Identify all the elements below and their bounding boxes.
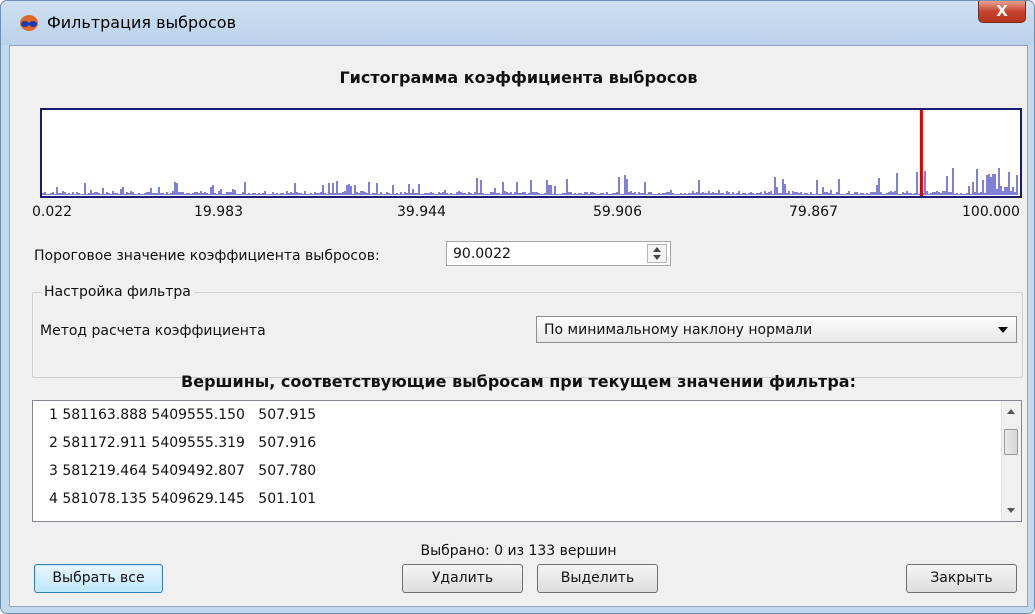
threshold-spinner[interactable] — [647, 244, 667, 263]
vertices-scrollbar[interactable] — [1001, 401, 1021, 521]
scroll-down-icon[interactable] — [1007, 508, 1015, 513]
histogram-tick-5: 100.000 — [962, 204, 1020, 220]
filter-settings-title: Настройка фильтра — [41, 284, 194, 300]
list-item[interactable]: 4 581078.135 5409629.145 501.101 — [49, 491, 316, 511]
close-icon: X — [996, 2, 1008, 20]
title-bar: Фильтрация выбросов X — [1, 1, 1034, 45]
list-item[interactable]: 1 581163.888 5409555.150 507.915 — [49, 407, 316, 427]
method-label: Метод расчета коэффициента — [40, 323, 266, 339]
app-icon — [20, 15, 38, 31]
vertices-list[interactable]: 1 581163.888 5409555.150 507.915 2 58117… — [32, 400, 1022, 522]
list-item[interactable]: 2 581172.911 5409555.319 507.916 — [49, 435, 316, 455]
scroll-thumb[interactable] — [1004, 429, 1018, 455]
close-window-button[interactable]: X — [978, 1, 1026, 23]
dialog-client-area: Гистограмма коэффициента выбросов 0.022 … — [9, 45, 1028, 607]
selection-status: Выбрано: 0 из 133 вершин — [420, 543, 617, 559]
spin-up-icon[interactable] — [653, 247, 661, 252]
spin-down-icon[interactable] — [653, 255, 661, 260]
chevron-down-icon[interactable] — [998, 327, 1008, 333]
dialog-window: Фильтрация выбросов X Гистограмма коэффи… — [0, 0, 1035, 614]
window-title: Фильтрация выбросов — [47, 13, 236, 32]
histogram-title: Гистограмма коэффициента выбросов — [339, 68, 698, 87]
vertices-title: Вершины, соответствующие выбросам при те… — [181, 372, 856, 391]
histogram-chart — [40, 108, 1022, 198]
histogram-tick-1: 19.983 — [194, 204, 243, 220]
select-all-button[interactable]: Выбрать все — [34, 564, 163, 593]
delete-button[interactable]: Удалить — [402, 564, 523, 593]
filter-settings-group: Настройка фильтра Метод расчета коэффици… — [32, 284, 1023, 378]
threshold-label: Пороговое значение коэффициента выбросов… — [34, 248, 380, 264]
histogram-tick-3: 59.906 — [593, 204, 642, 220]
histogram-tick-2: 39.944 — [397, 204, 446, 220]
histogram-plot — [42, 110, 1018, 196]
list-item[interactable]: 3 581219.464 5409492.807 507.780 — [49, 463, 316, 483]
method-select[interactable]: По минимальному наклону нормали — [536, 316, 1017, 343]
method-selected-value: По минимальному наклону нормали — [544, 322, 813, 338]
close-button[interactable]: Закрыть — [906, 564, 1017, 593]
highlight-button[interactable]: Выделить — [537, 564, 658, 593]
threshold-value: 90.0022 — [453, 246, 511, 262]
histogram-tick-0: 0.022 — [32, 204, 73, 220]
threshold-input[interactable]: 90.0022 — [446, 241, 671, 266]
scroll-up-icon[interactable] — [1007, 409, 1015, 414]
histogram-tick-4: 79.867 — [789, 204, 838, 220]
